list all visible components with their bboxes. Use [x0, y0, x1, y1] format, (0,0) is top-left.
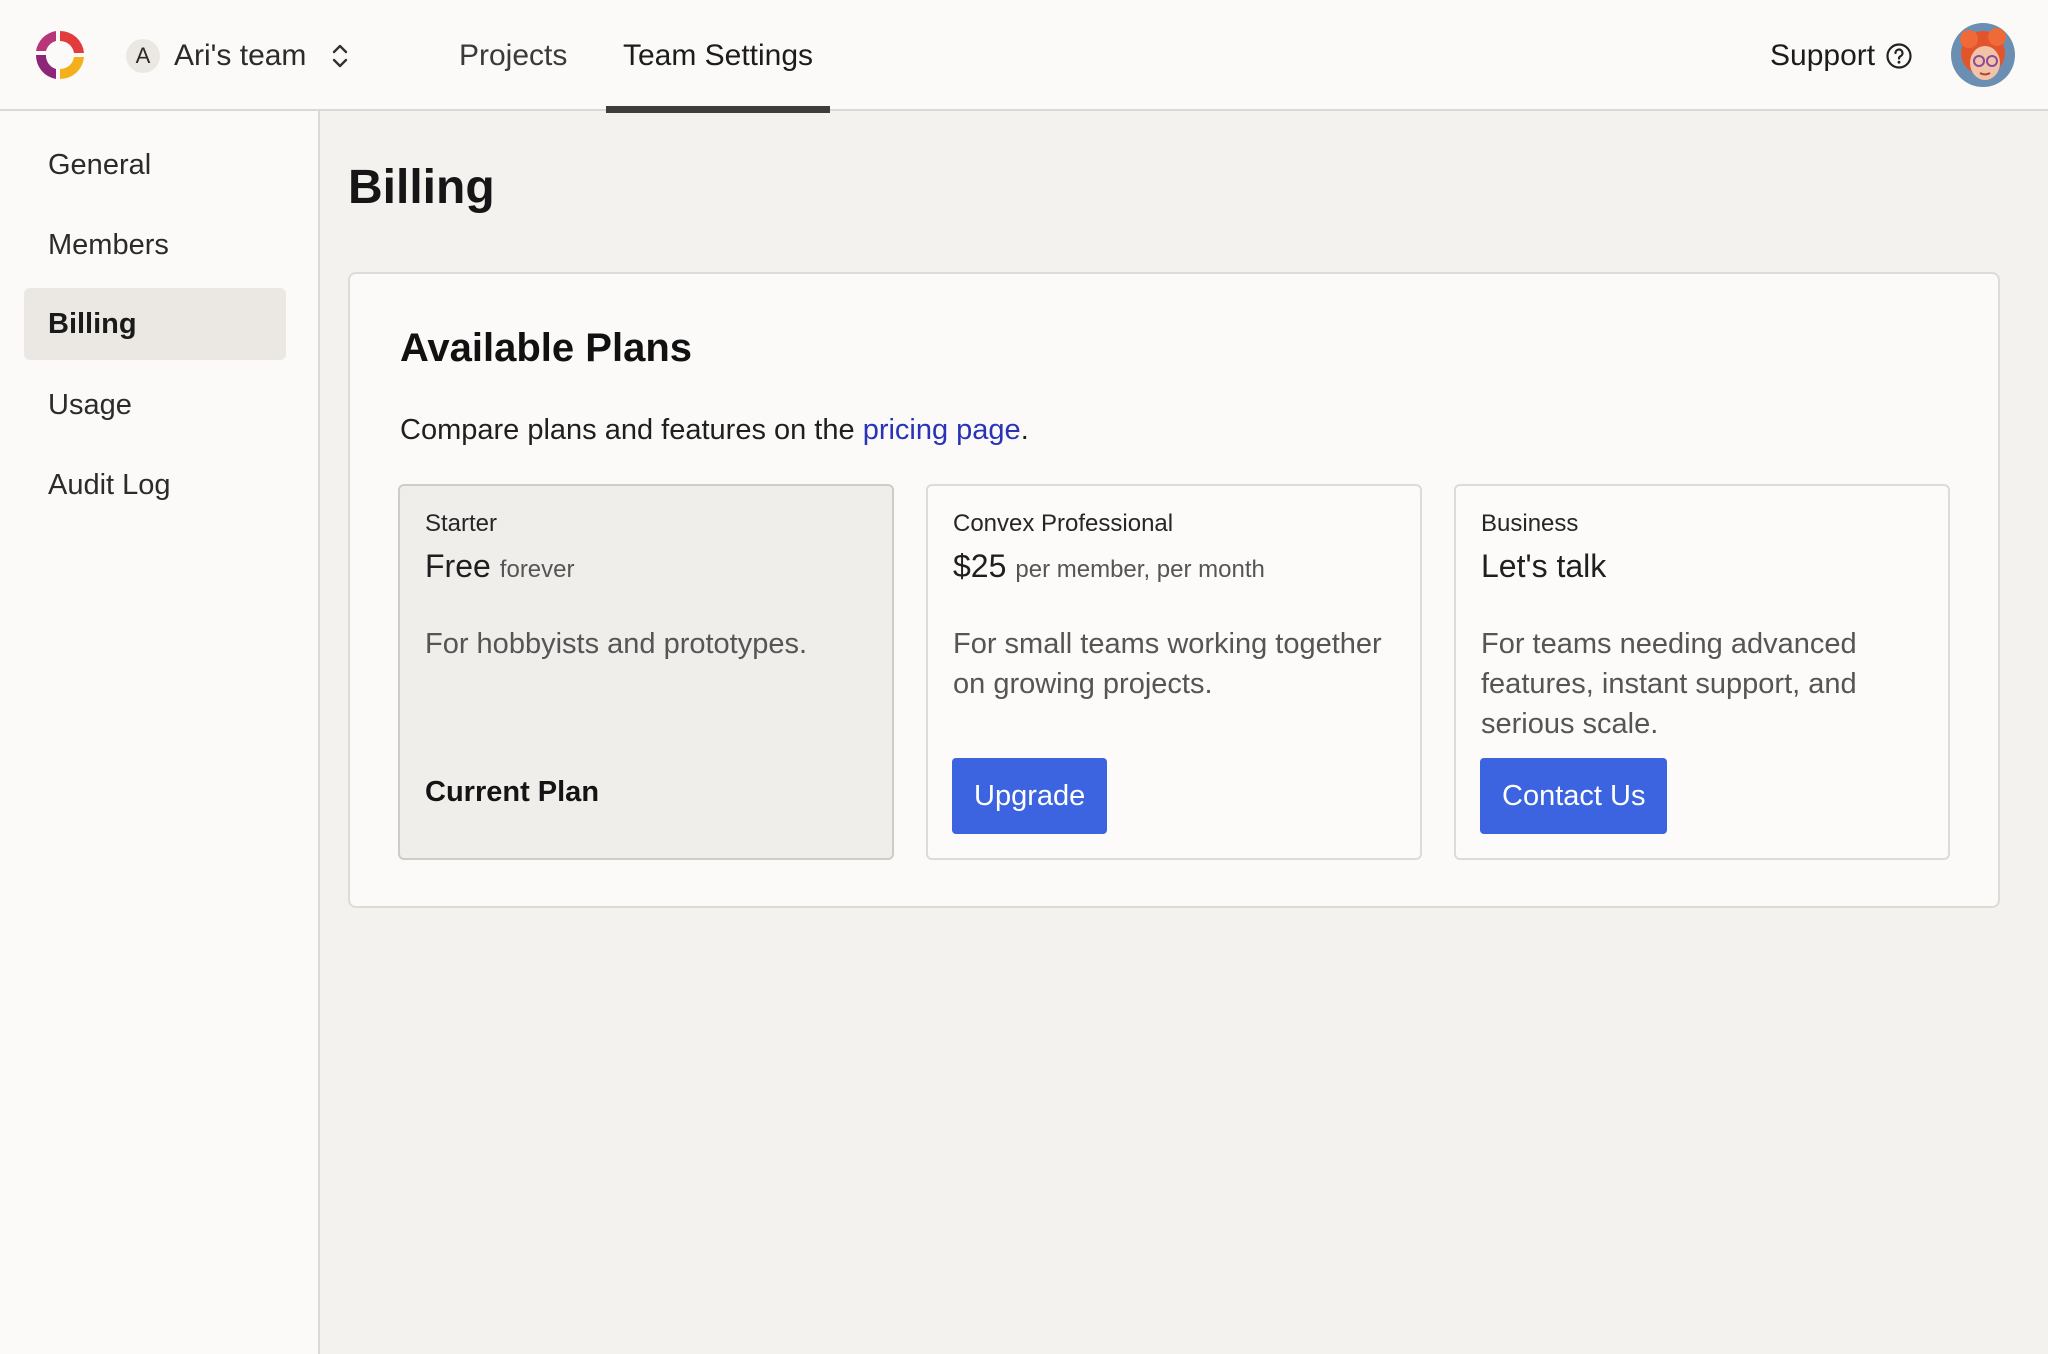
sidebar-item-label: Members: [48, 228, 169, 261]
plan-name: Starter: [425, 510, 498, 537]
tab-projects[interactable]: Projects: [459, 0, 567, 111]
team-switcher[interactable]: A Ari's team: [126, 36, 350, 76]
question-circle-icon: [1886, 43, 1912, 69]
team-name: Ari's team: [174, 39, 307, 72]
available-plans-heading: Available Plans: [400, 326, 692, 370]
upgrade-button[interactable]: Upgrade: [952, 758, 1108, 834]
sidebar-item-audit-log[interactable]: Audit Log: [24, 449, 286, 521]
chevron-up-down-icon: [333, 44, 348, 68]
sidebar-item-label: Usage: [48, 388, 132, 421]
plan-card-starter: Starter Free forever For hobbyists and p…: [398, 484, 894, 860]
tab-team-settings[interactable]: Team Settings: [606, 0, 830, 113]
sidebar-item-members[interactable]: Members: [24, 209, 286, 281]
user-avatar[interactable]: [1951, 23, 2015, 87]
plan-card-professional: Convex Professional $25 per member, per …: [926, 484, 1422, 860]
plan-description: For teams needing advanced features, ins…: [1481, 628, 1857, 740]
pricing-page-link[interactable]: pricing page: [863, 414, 1021, 446]
plan-price-note: forever: [499, 556, 575, 583]
active-tab-indicator: [606, 106, 830, 113]
plan-price-note: per member, per month: [1015, 556, 1265, 583]
plan-name: Convex Professional: [953, 510, 1174, 537]
top-bar: A Ari's team Projects Team Settings Supp…: [0, 0, 2048, 113]
plan-name: Business: [1481, 510, 1579, 537]
plan-price: Free forever: [425, 548, 575, 585]
plan-description: For hobbyists and prototypes.: [425, 628, 808, 660]
settings-sidebar: General Members Billing Usage Audit Log: [0, 111, 320, 1354]
tab-team-settings-label: Team Settings: [622, 38, 814, 72]
sidebar-item-label: Audit Log: [48, 468, 171, 501]
plan-description: For small teams working together on grow…: [953, 628, 1382, 700]
team-avatar: A: [126, 39, 160, 73]
contact-us-button[interactable]: Contact Us: [1480, 758, 1668, 834]
page-title: Billing: [348, 161, 495, 214]
plan-price-value: $25: [953, 548, 1007, 584]
plan-price-value: Let's talk: [1481, 548, 1607, 584]
sidebar-item-label: Billing: [48, 307, 137, 340]
support-button[interactable]: Support: [1770, 36, 1913, 76]
sidebar-item-general[interactable]: General: [24, 129, 286, 201]
available-plans-card: Available Plans Compare plans and featur…: [348, 272, 2000, 908]
plan-price: Let's talk: [1481, 548, 1606, 585]
sidebar-item-usage[interactable]: Usage: [24, 369, 286, 441]
plans-description: Compare plans and features on the pricin…: [400, 414, 1029, 447]
plans-description-end: .: [1020, 414, 1029, 446]
convex-logo-icon[interactable]: [32, 27, 88, 83]
sidebar-item-label: General: [48, 148, 152, 181]
current-plan-label: Current Plan: [425, 776, 600, 808]
plan-price: $25 per member, per month: [953, 548, 1265, 585]
sidebar-item-billing[interactable]: Billing: [24, 288, 286, 360]
support-label: Support: [1770, 39, 1876, 72]
tab-projects-label: Projects: [459, 38, 568, 72]
plans-description-text: Compare plans and features on the: [400, 414, 863, 446]
plan-card-business: Business Let's talk For teams needing ad…: [1454, 484, 1950, 860]
plan-price-value: Free: [425, 548, 491, 584]
